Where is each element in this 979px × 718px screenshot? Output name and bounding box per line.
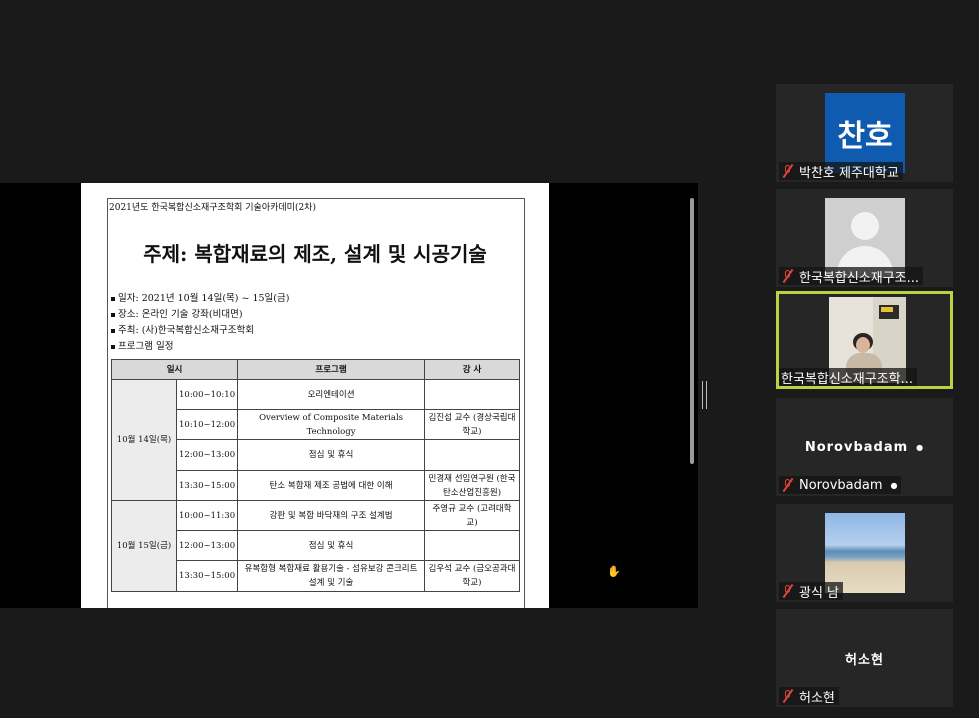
- info-program: 프로그램 일정: [111, 339, 289, 355]
- participant-tile[interactable]: 찬호 박찬호 제주대학교: [776, 84, 953, 182]
- mic-muted-icon: [781, 583, 795, 599]
- participant-name-label: 허소현: [779, 687, 839, 705]
- mic-muted-icon: [781, 268, 795, 284]
- participant-name-label: 박찬호 제주대학교: [779, 162, 903, 180]
- hand-cursor-icon: ✋: [607, 565, 621, 578]
- bullet-icon: [111, 312, 115, 317]
- info-date: 일자: 2021년 10월 14일(목) ~ 15일(금): [111, 291, 289, 307]
- participant-tile[interactable]: Norovbadam ● Norovbadam ●: [776, 398, 953, 496]
- bullet-icon: [111, 328, 115, 333]
- participant-name-label: 한국복합신소재구조학...: [779, 368, 917, 386]
- mic-muted-icon: [781, 163, 795, 179]
- bullet-icon: [111, 296, 115, 301]
- header-program: 프로그램: [237, 359, 425, 380]
- info-host: 주최: (사)한국복합신소재구조학회: [111, 323, 289, 339]
- participant-tile[interactable]: 한국복합신소재구조...: [776, 189, 953, 287]
- participant-tile[interactable]: 허소현 허소현: [776, 609, 953, 707]
- participant-name-label: 광식 남: [779, 582, 844, 600]
- mic-muted-icon: [781, 688, 795, 704]
- document-title: 주제: 복합재료의 제조, 설계 및 시공기술: [143, 242, 487, 266]
- table-row: 10월 15일(금) 10:00~11:30 강판 및 복합 바닥재의 구조 설…: [111, 500, 520, 592]
- avatar: [825, 513, 905, 593]
- info-list: 일자: 2021년 10월 14일(목) ~ 15일(금) 장소: 온라인 기술…: [111, 291, 289, 355]
- participant-name-label: Norovbadam ●: [779, 476, 902, 494]
- avatar: [825, 198, 905, 278]
- day-cell: 10월 14일(목): [111, 379, 177, 501]
- info-place: 장소: 온라인 기술 강좌(비대면): [111, 307, 289, 323]
- participant-tile[interactable]: 광식 남: [776, 504, 953, 602]
- participant-name-label: 한국복합신소재구조...: [779, 267, 924, 285]
- header-lecturer: 강 사: [424, 359, 520, 380]
- document-scrollbar[interactable]: [690, 198, 694, 464]
- day-cell: 10월 15일(금): [111, 500, 177, 592]
- mic-muted-icon: [781, 477, 795, 493]
- schedule-table: 일시 프로그램 강 사 10월 14일(목) 10:00~10:10 오리엔테이…: [110, 359, 520, 592]
- shared-document: 2021년도 한국복합신소재구조학회 기술아카데미(2차) 주제: 복합재료의 …: [81, 183, 549, 608]
- avatar: 찬호: [825, 93, 905, 173]
- resize-handle[interactable]: [702, 381, 708, 409]
- participant-tile-active-speaker[interactable]: 한국복합신소재구조학...: [776, 291, 953, 389]
- bullet-icon: [111, 344, 115, 349]
- shared-screen: 2021년도 한국복합신소재구조학회 기술아카데미(2차) 주제: 복합재료의 …: [0, 183, 698, 608]
- table-row: 10월 14일(목) 10:00~10:10 오리엔테이션: [111, 379, 520, 501]
- header-datetime: 일시: [110, 359, 239, 380]
- document-header-line: 2021년도 한국복합신소재구조학회 기술아카데미(2차): [109, 203, 316, 213]
